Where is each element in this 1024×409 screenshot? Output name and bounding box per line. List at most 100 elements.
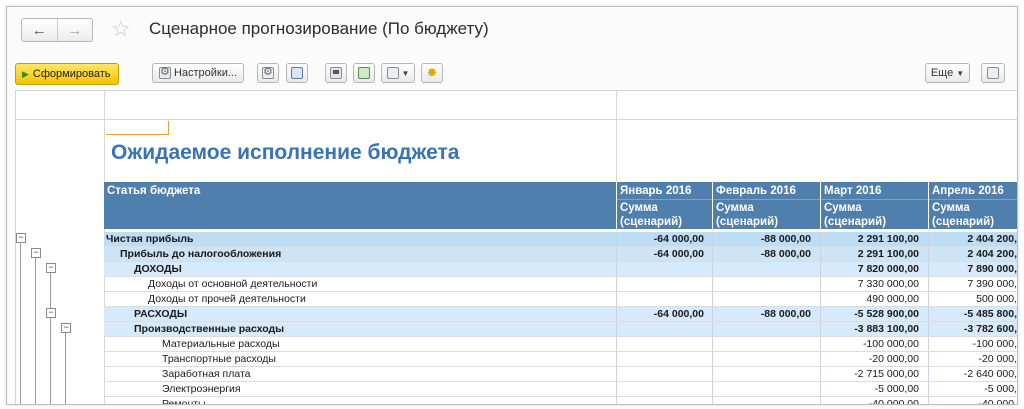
export-icon [358, 67, 370, 79]
row-value: 2 404 200, [967, 248, 1017, 260]
row-value: 2 404 200, [967, 233, 1017, 245]
table-row[interactable]: Заработная плата -2 715 000,00 -2 640 000, [104, 367, 1017, 382]
grid-line [616, 91, 617, 182]
report-rows: Чистая прибыль -64 000,00 -88 000,00 2 291 … [104, 232, 1017, 405]
table-row[interactable]: Ремонты -40 000,00 -40 000, [104, 397, 1017, 405]
row-value: -20 000, [978, 353, 1017, 365]
table-row[interactable]: Доходы от прочей деятельности 490 000,00 5… [104, 292, 1017, 307]
row-label: Ремонты [162, 398, 206, 405]
settings-button-label: Настройки... [173, 67, 238, 79]
row-value: 7 330 000,00 [857, 278, 919, 290]
row-value: -64 000,00 [653, 248, 704, 260]
table-row[interactable]: Доходы от основной деятельности 7 330 000… [104, 277, 1017, 292]
window-title: Сценарное прогнозирование (По бюджету) [149, 19, 489, 38]
row-value: -40 000,00 [868, 398, 919, 405]
lightbulb-icon: ✸ [426, 65, 438, 80]
title-bar: ← → ☆ Сценарное прогнозирование (По бюдж… [7, 7, 1017, 55]
settings-button[interactable]: Настройки... [152, 63, 244, 83]
tip-button[interactable]: ✸ [421, 63, 443, 83]
save-settings-icon [291, 67, 303, 79]
table-row[interactable]: РАСХОДЫ -64 000,00 -88 000,00 -5 528 900,00… [104, 307, 1017, 322]
more-button-label: Еще [930, 67, 954, 79]
month-label: Февраль 2016 [716, 185, 796, 197]
chevron-down-icon: ▼ [401, 68, 410, 78]
print-button[interactable] [325, 63, 347, 83]
row-label: ДОХОДЫ [134, 263, 182, 275]
table-row[interactable]: Производственные расходы -3 883 100,00 -3 … [104, 322, 1017, 337]
export-button[interactable] [353, 63, 375, 83]
row-value: -64 000,00 [653, 233, 704, 245]
arrow-right-icon: → [67, 21, 83, 39]
arrow-left-icon: ← [31, 21, 47, 39]
window-icon [987, 67, 999, 79]
header-month: Январь 2016 Сумма (сценарий) [617, 182, 712, 229]
row-value: -3 782 600, [963, 323, 1017, 335]
font-size-button[interactable]: ▼ [381, 63, 415, 83]
grouping-tree: − − − − − [16, 232, 104, 404]
row-label: Материальные расходы [162, 338, 280, 350]
generate-button[interactable]: ▶ Сформировать [15, 63, 120, 85]
navigation-buttons: ← → [21, 18, 93, 42]
row-value: -5 000, [984, 383, 1017, 395]
header-month: Март 2016 Сумма (сценарий) [821, 182, 928, 229]
selected-cell[interactable] [106, 121, 169, 135]
collapse-toggle-icon[interactable]: − [46, 263, 56, 273]
save-settings-button[interactable] [286, 63, 308, 83]
row-value: -64 000,00 [653, 308, 704, 320]
load-settings-button[interactable] [257, 63, 279, 83]
header-article-label: Статья бюджета [107, 185, 201, 197]
row-value: 7 390 000, [967, 278, 1017, 290]
row-value: -88 000,00 [760, 248, 811, 260]
row-value: 2 291 100,00 [857, 233, 919, 245]
panel-toggle-button[interactable] [981, 63, 1005, 83]
row-value: -20 000,00 [868, 353, 919, 365]
sum-label: Сумма (сценарий) [716, 202, 779, 228]
header-month: Апрель 2016 Сумма (сценарий) [929, 182, 1017, 229]
table-row[interactable]: Прибыль до налогообложения -64 000,00 -88 … [104, 247, 1017, 262]
row-value: -5 528 900,00 [854, 308, 919, 320]
star-icon[interactable]: ☆ [111, 17, 131, 41]
row-value: -40 000, [978, 398, 1017, 405]
row-value: -2 640 000, [963, 368, 1017, 380]
row-value: -100 000,00 [862, 338, 919, 350]
forward-button[interactable]: → [56, 19, 93, 41]
collapse-toggle-icon[interactable]: − [61, 323, 71, 333]
sum-label: Сумма (сценарий) [824, 202, 887, 228]
header-article: Статья бюджета [104, 182, 616, 229]
row-label: Доходы от основной деятельности [148, 278, 318, 290]
row-value: 490 000,00 [866, 293, 919, 305]
generate-button-label: Сформировать [32, 68, 111, 80]
row-value: -88 000,00 [760, 233, 811, 245]
table-row[interactable]: ДОХОДЫ 7 820 000,00 7 890 000, [104, 262, 1017, 277]
row-value: -5 000,00 [874, 383, 919, 395]
row-value: -5 485 800, [963, 308, 1017, 320]
row-label: Производственные расходы [134, 323, 285, 335]
sum-label: Сумма (сценарий) [620, 202, 683, 228]
row-label: РАСХОДЫ [134, 308, 188, 320]
row-label: Электроэнергия [162, 383, 241, 395]
row-value: -88 000,00 [760, 308, 811, 320]
table-row[interactable]: Транспортные расходы -20 000,00 -20 000, [104, 352, 1017, 367]
row-label: Чистая прибыль [106, 233, 194, 245]
collapse-toggle-icon[interactable]: − [46, 308, 56, 318]
report-title: Ожидаемое исполнение бюджета [111, 141, 460, 164]
load-settings-icon [262, 65, 274, 79]
table-row[interactable]: Материальные расходы -100 000,00 -100 000, [104, 337, 1017, 352]
table-row[interactable]: Электроэнергия -5 000,00 -5 000, [104, 382, 1017, 397]
row-value: 2 291 100,00 [857, 248, 919, 260]
collapse-toggle-icon[interactable]: − [31, 248, 41, 258]
back-button[interactable]: ← [22, 19, 57, 41]
row-label: Транспортные расходы [162, 353, 276, 365]
more-button[interactable]: Еще ▼ [925, 63, 970, 83]
collapse-toggle-icon[interactable]: − [16, 233, 26, 243]
sheet-header-row [16, 91, 1017, 120]
row-value: 7 890 000, [967, 263, 1017, 275]
toolbar: ▶ Сформировать Настройки... ▼ ✸ Еще▼ [7, 59, 1017, 89]
table-row[interactable]: Чистая прибыль -64 000,00 -88 000,00 2 291 … [104, 232, 1017, 247]
row-value: -3 883 100,00 [854, 323, 919, 335]
report-sheet[interactable]: Ожидаемое исполнение бюджета Статья бюдж… [15, 90, 1017, 405]
month-label: Апрель 2016 [932, 185, 1004, 197]
row-value: 7 820 000,00 [857, 263, 919, 275]
row-label: Заработная плата [162, 368, 251, 380]
month-label: Март 2016 [824, 185, 882, 197]
